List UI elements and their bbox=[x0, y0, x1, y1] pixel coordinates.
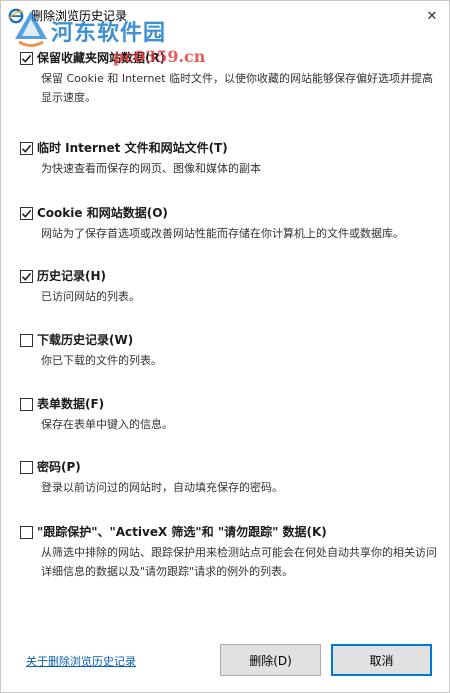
close-button[interactable]: ✕ bbox=[415, 1, 449, 31]
form-data-checkbox[interactable] bbox=[20, 397, 33, 411]
checkmark-icon bbox=[21, 144, 32, 153]
internet-explorer-icon bbox=[8, 8, 24, 24]
option-description: 保存在表单中键入的信息。 bbox=[41, 418, 173, 431]
option-label: 历史记录(H) bbox=[37, 269, 107, 283]
history-checkbox[interactable] bbox=[20, 269, 33, 283]
option-description: 登录以前访问过的网站时，自动填充保存的密码。 bbox=[41, 481, 283, 494]
option-label: 表单数据(F) bbox=[37, 397, 105, 411]
option-download-history: 下载历史记录(W) 你已下载的文件的列表。 bbox=[20, 331, 440, 370]
close-icon: ✕ bbox=[426, 8, 438, 24]
passwords-checkbox[interactable] bbox=[20, 460, 33, 474]
option-cookies: Cookie 和网站数据(O) 网站为了保存首选项或改善网站性能而存储在你计算机… bbox=[20, 204, 440, 243]
option-description: 为快速查看而保存的网页、图像和媒体的副本 bbox=[41, 162, 261, 175]
delete-history-dialog: 删除浏览历史记录 ✕ 河东软件园 pc0359.cn 保留收藏夹网站数据(R) … bbox=[0, 0, 450, 693]
option-description: 保留 Cookie 和 Internet 临时文件，以使你收藏的网站能够保存偏好… bbox=[41, 72, 433, 104]
delete-button[interactable]: 删除(D) bbox=[220, 644, 321, 676]
window-title: 删除浏览历史记录 bbox=[31, 9, 128, 23]
temp-files-checkbox[interactable] bbox=[20, 141, 33, 155]
cookies-checkbox[interactable] bbox=[20, 206, 33, 220]
option-label: 临时 Internet 文件和网站文件(T) bbox=[37, 141, 228, 155]
option-temp-files: 临时 Internet 文件和网站文件(T) 为快速查看而保存的网页、图像和媒体… bbox=[20, 139, 440, 178]
option-label: Cookie 和网站数据(O) bbox=[37, 206, 168, 220]
download-history-checkbox[interactable] bbox=[20, 333, 33, 347]
cancel-button[interactable]: 取消 bbox=[331, 644, 432, 676]
checkmark-icon bbox=[21, 209, 32, 218]
option-label: 下载历史记录(W) bbox=[37, 333, 134, 347]
checkmark-icon bbox=[21, 54, 32, 63]
option-description: 网站为了保存首选项或改善网站性能而存储在你计算机上的文件或数据库。 bbox=[41, 227, 404, 240]
option-label: "跟踪保护"、"ActiveX 筛选"和 "请勿跟踪" 数据(K) bbox=[37, 525, 327, 539]
option-description: 你已下载的文件的列表。 bbox=[41, 354, 162, 367]
option-tracking-protection: "跟踪保护"、"ActiveX 筛选"和 "请勿跟踪" 数据(K) 从筛选中排除… bbox=[20, 523, 440, 581]
option-label: 密码(P) bbox=[37, 460, 81, 474]
option-description: 已访问网站的列表。 bbox=[41, 290, 140, 303]
option-label: 保留收藏夹网站数据(R) bbox=[37, 51, 166, 65]
option-form-data: 表单数据(F) 保存在表单中键入的信息。 bbox=[20, 395, 440, 434]
about-delete-history-link[interactable]: 关于删除浏览历史记录 bbox=[26, 653, 136, 669]
title-bar[interactable]: 删除浏览历史记录 ✕ bbox=[1, 1, 449, 31]
tracking-protection-checkbox[interactable] bbox=[20, 525, 33, 539]
checkmark-icon bbox=[21, 272, 32, 281]
option-history: 历史记录(H) 已访问网站的列表。 bbox=[20, 267, 440, 306]
option-keep-favorites: 保留收藏夹网站数据(R) 保留 Cookie 和 Internet 临时文件，以… bbox=[20, 49, 440, 107]
option-description: 从筛选中排除的网站、跟踪保护用来检测站点可能会在何处自动共享你的相关访问详细信息… bbox=[41, 546, 437, 578]
keep-favorites-checkbox[interactable] bbox=[20, 51, 33, 65]
option-passwords: 密码(P) 登录以前访问过的网站时，自动填充保存的密码。 bbox=[20, 458, 440, 497]
